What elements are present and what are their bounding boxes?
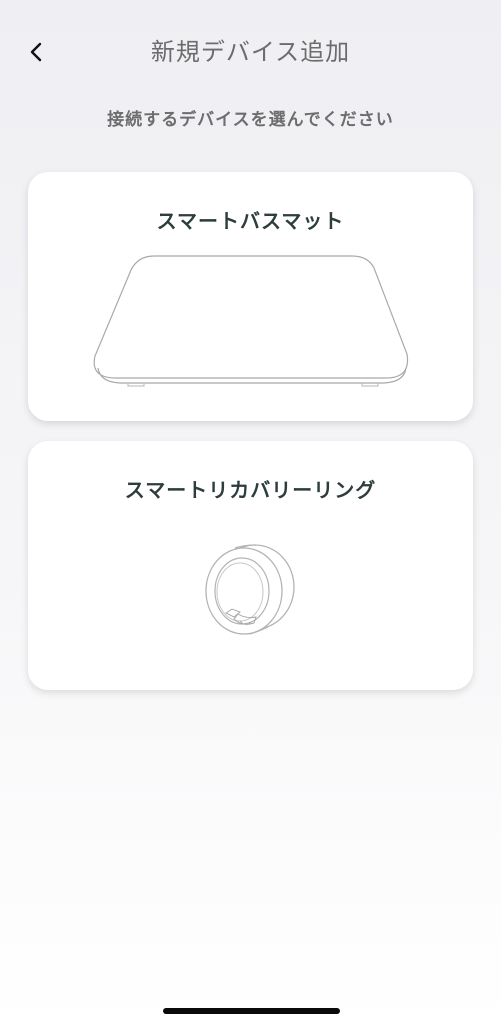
home-indicator[interactable] — [163, 1008, 340, 1014]
page-title: 新規デバイス追加 — [150, 38, 351, 66]
header: 新規デバイス追加 — [0, 0, 501, 100]
ring-illustration — [205, 544, 295, 635]
device-card-smart-bathmat[interactable]: スマートバスマット — [28, 172, 473, 421]
device-card-smart-recovery-ring[interactable]: スマートリカバリーリング — [28, 441, 473, 690]
bathmat-illustration — [93, 255, 409, 387]
instruction-text: 接続するデバイスを選んでください — [107, 110, 394, 130]
